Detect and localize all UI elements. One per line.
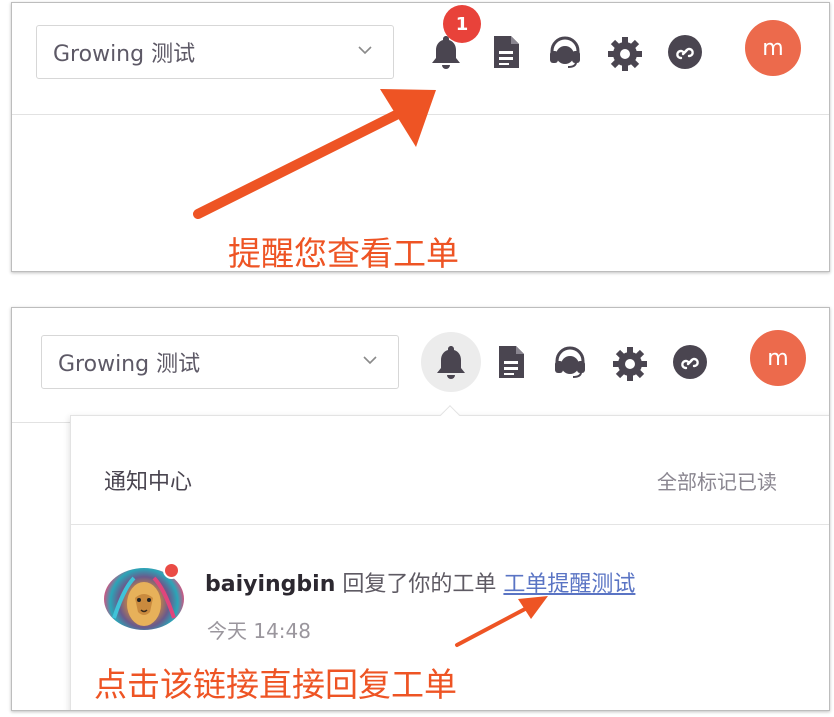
annotation-text-top: 提醒您查看工单 <box>228 234 459 272</box>
annotation-text-bottom: 点击该链接直接回复工单 <box>94 665 457 704</box>
screenshot-panel-top: Growing 测试 1 m 提醒您查看工单 <box>11 2 830 272</box>
screenshot-panel-bottom: Growing 测试 m 通知中心 全部标记已读 baiyingbin 回复了你… <box>11 307 830 711</box>
annotation-arrow-bottom <box>455 596 548 647</box>
